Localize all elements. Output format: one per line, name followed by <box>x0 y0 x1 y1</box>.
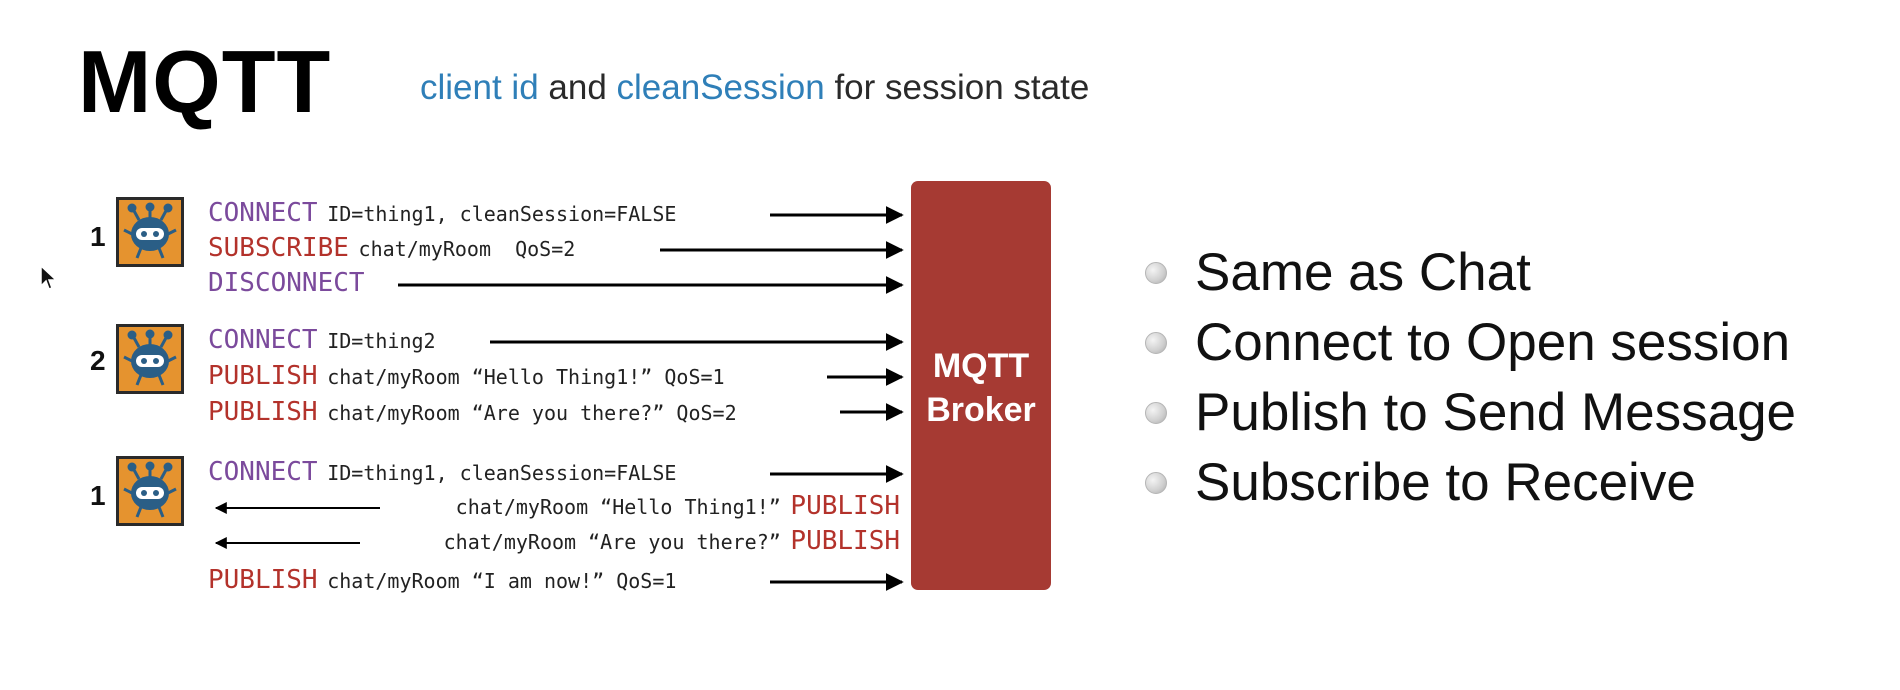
mouse-cursor-icon <box>40 265 58 290</box>
bullet-text: Subscribe to Receive <box>1195 453 1696 512</box>
summary-bullets: Same as Chat Connect to Open session Pub… <box>1145 238 1796 518</box>
bullet-item: Same as Chat <box>1145 238 1796 308</box>
bullet-text: Same as Chat <box>1195 243 1531 302</box>
bullet-dot-icon <box>1145 402 1167 424</box>
bullet-text: Publish to Send Message <box>1195 383 1797 442</box>
bullet-dot-icon <box>1145 472 1167 494</box>
bullet-dot-icon <box>1145 262 1167 284</box>
bullet-item: Publish to Send Message <box>1145 378 1796 448</box>
bullet-dot-icon <box>1145 332 1167 354</box>
bullet-text: Connect to Open session <box>1195 313 1791 372</box>
bullet-item: Connect to Open session <box>1145 308 1796 378</box>
bullet-item: Subscribe to Receive <box>1145 448 1796 518</box>
